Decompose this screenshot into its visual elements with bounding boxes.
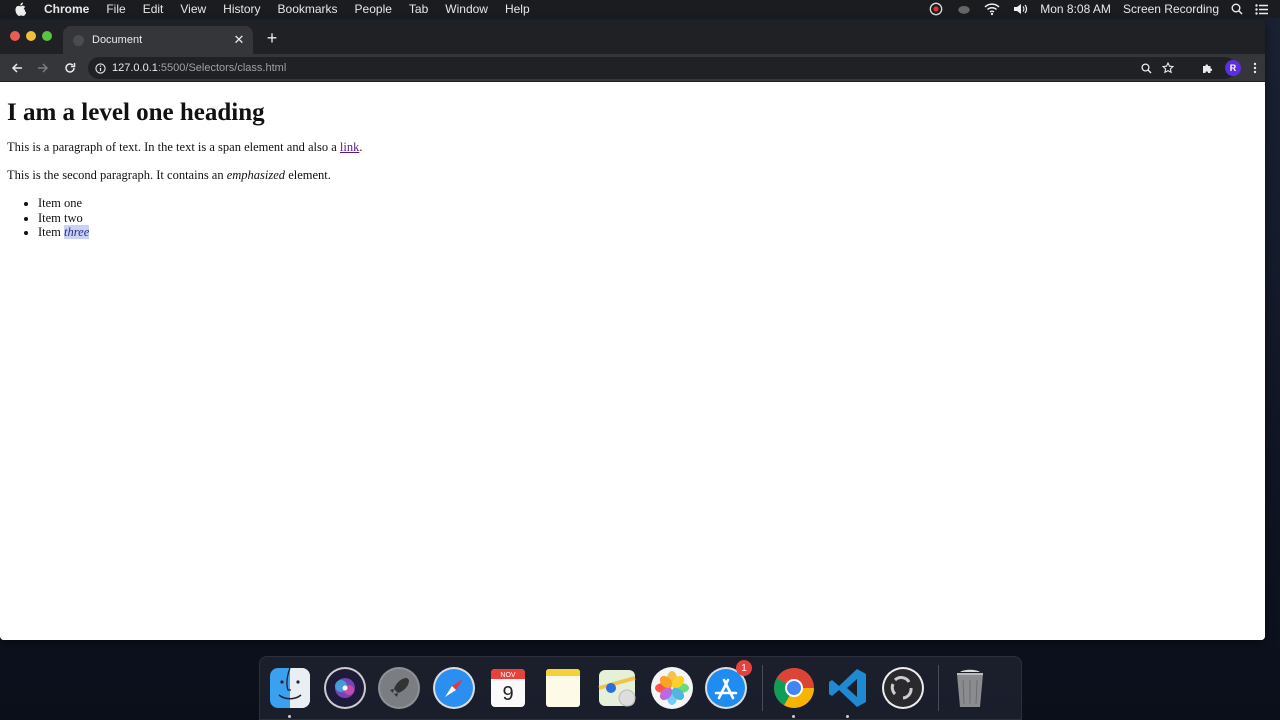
obs-status-icon[interactable] [928, 2, 944, 16]
extensions-puzzle-icon[interactable] [1201, 62, 1213, 74]
tab-close-icon[interactable]: ✕ [231, 32, 247, 48]
menu-app-chrome[interactable]: Chrome [44, 2, 89, 16]
dock-separator [938, 665, 939, 711]
notes-icon [545, 669, 580, 707]
dock-app-store[interactable]: 1 [703, 660, 752, 711]
profile-avatar[interactable]: R [1225, 60, 1241, 76]
browser-toolbar: 127.0.0.1:5500/Selectors/class.html R [0, 54, 1265, 82]
page-heading: I am a level one heading [7, 99, 265, 126]
minimize-window-button[interactable] [26, 31, 36, 41]
menu-people[interactable]: People [355, 2, 392, 16]
chrome-icon [773, 668, 814, 708]
dock-launchpad[interactable] [376, 665, 422, 711]
browser-window: Document ✕ + 127.0.0.1:5500/Selectors/cl… [0, 20, 1265, 640]
more-menu-icon[interactable] [1253, 62, 1257, 74]
calendar-day: 9 [502, 683, 513, 705]
paragraph-two-end: element. [285, 168, 331, 182]
tab-strip: Document ✕ + [0, 20, 1265, 54]
dock-safari[interactable] [431, 665, 477, 711]
menu-file[interactable]: File [106, 2, 125, 16]
dock-photos[interactable] [649, 665, 695, 711]
obs-icon [881, 667, 924, 709]
launchpad-rocket-icon [378, 667, 420, 709]
paragraph-one-text: This is a paragraph of text. In the text… [7, 140, 340, 154]
tab-document[interactable]: Document ✕ [63, 26, 253, 54]
trash-icon [957, 669, 983, 707]
paragraph-one: This is a paragraph of text. In the text… [7, 140, 1258, 155]
tab-title: Document [92, 34, 143, 46]
photos-icon [650, 667, 693, 709]
menu-bookmarks[interactable]: Bookmarks [278, 2, 338, 16]
dock-siri[interactable] [322, 665, 368, 711]
item-list: Item one Item two Item three [38, 196, 1258, 240]
list-item-prefix: Item [38, 225, 65, 239]
apple-menu-icon[interactable] [14, 2, 30, 16]
dock-maps[interactable] [594, 665, 640, 711]
close-window-button[interactable] [10, 31, 20, 41]
safari-compass-icon [432, 667, 475, 709]
maps-icon [598, 670, 636, 707]
dock-chrome[interactable] [771, 665, 817, 718]
reload-icon [65, 62, 76, 73]
paragraph-one-end: . [359, 140, 363, 154]
url-path: :5500/Selectors/class.html [157, 62, 287, 74]
new-tab-button[interactable]: + [263, 29, 281, 47]
vscode-icon [829, 669, 866, 707]
back-button[interactable] [5, 56, 29, 80]
running-indicator [288, 715, 291, 718]
dock-calendar[interactable]: NOV 9 [485, 665, 531, 711]
creative-cloud-icon[interactable] [956, 2, 972, 16]
menu-tab[interactable]: Tab [409, 2, 428, 16]
maximize-window-button[interactable] [42, 31, 52, 41]
list-item: Item one [38, 196, 1258, 211]
web-page-content: I am a level one heading This is a parag… [0, 82, 1265, 640]
reload-button[interactable] [58, 56, 82, 80]
globe-favicon-icon [73, 34, 84, 46]
dock: NOV 9 1 [259, 656, 1022, 720]
wifi-icon[interactable] [984, 2, 1000, 16]
address-bar[interactable]: 127.0.0.1:5500/Selectors/class.html [88, 57, 1236, 79]
url-host: 127.0.0.1 [112, 62, 158, 74]
volume-icon[interactable] [1012, 2, 1028, 16]
running-indicator [846, 715, 849, 718]
notification-badge: 1 [736, 660, 752, 676]
dock-finder[interactable] [267, 665, 313, 718]
screen-recording-label[interactable]: Screen Recording [1123, 2, 1219, 16]
emphasized-text: emphasized [226, 168, 286, 182]
dock-separator [761, 665, 763, 711]
list-item: Item two [38, 211, 1258, 226]
finder-icon [270, 667, 310, 708]
spotlight-search-icon[interactable] [1231, 3, 1243, 15]
zoom-icon[interactable] [1141, 62, 1152, 74]
selected-text[interactable]: three [64, 225, 90, 239]
dock-trash[interactable] [947, 665, 993, 711]
menu-help[interactable]: Help [505, 2, 530, 16]
paragraph-two-text: This is the second paragraph. It contain… [7, 168, 227, 182]
list-item: Item three [38, 225, 1258, 240]
forward-button[interactable] [31, 56, 55, 80]
arrow-right-icon [38, 62, 49, 73]
menu-view[interactable]: View [180, 2, 206, 16]
site-info-icon[interactable] [95, 62, 106, 74]
notification-center-icon[interactable] [1255, 3, 1268, 15]
menu-bar: Chrome File Edit View History Bookmarks … [0, 0, 1280, 18]
calendar-icon: NOV 9 [491, 669, 525, 707]
dock-vscode[interactable] [825, 665, 871, 718]
running-indicator [791, 715, 795, 718]
paragraph-link[interactable]: link [340, 140, 359, 154]
arrow-left-icon [11, 62, 22, 73]
dock-notes[interactable] [540, 665, 586, 711]
calendar-month: NOV [500, 672, 516, 679]
siri-icon [323, 667, 366, 709]
clock[interactable]: Mon 8:08 AM [1040, 2, 1111, 16]
paragraph-two: This is the second paragraph. It contain… [7, 168, 1258, 183]
dock-obs[interactable] [880, 665, 926, 711]
menu-edit[interactable]: Edit [143, 2, 164, 16]
menu-window[interactable]: Window [445, 2, 488, 16]
window-controls [10, 31, 58, 41]
menu-history[interactable]: History [223, 2, 260, 16]
bookmark-star-icon[interactable] [1162, 62, 1174, 74]
